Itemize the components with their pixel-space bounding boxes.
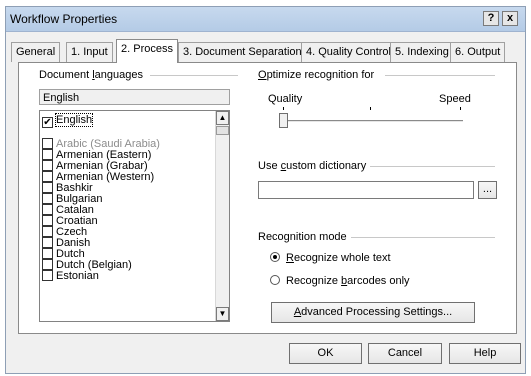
tab-quality-control[interactable]: 4. Quality Control bbox=[301, 42, 396, 62]
help-dialog-button[interactable]: Help bbox=[449, 343, 521, 364]
optimize-slider[interactable] bbox=[275, 106, 465, 128]
recognize-whole-text-radio[interactable]: Recognize whole text bbox=[270, 252, 391, 264]
radio-selected-icon bbox=[270, 252, 280, 262]
listbox-scrollbar[interactable]: ▲ ▼ bbox=[215, 111, 229, 321]
checkbox-icon[interactable] bbox=[42, 149, 53, 160]
slider-thumb[interactable] bbox=[279, 113, 288, 128]
quality-label: Quality bbox=[268, 93, 307, 105]
checkbox-icon[interactable] bbox=[42, 193, 53, 204]
group-divider bbox=[350, 237, 495, 238]
recognize-barcodes-radio[interactable]: Recognize barcodes only bbox=[270, 275, 410, 287]
browse-dictionary-button[interactable]: ... bbox=[478, 181, 497, 199]
recognition-mode-label: Recognition mode bbox=[258, 231, 351, 243]
checkbox-icon[interactable] bbox=[42, 226, 53, 237]
tab-general[interactable]: General bbox=[11, 42, 61, 62]
group-divider bbox=[355, 166, 495, 167]
tab-indexing[interactable]: 5. Indexing bbox=[390, 42, 454, 62]
cancel-button[interactable]: Cancel bbox=[368, 343, 442, 364]
checkbox-icon[interactable] bbox=[42, 215, 53, 226]
group-divider bbox=[385, 75, 495, 76]
language-label: Estonian bbox=[56, 270, 99, 282]
selected-languages-field: English bbox=[39, 89, 230, 105]
checkbox-icon[interactable] bbox=[42, 259, 53, 270]
languages-listbox[interactable]: ✔ English Arabic (Saudi Arabia) Armenian (E… bbox=[39, 110, 230, 322]
tab-input[interactable]: 1. Input bbox=[66, 42, 113, 62]
scroll-up-button[interactable]: ▲ bbox=[216, 111, 229, 125]
scroll-down-button[interactable]: ▼ bbox=[216, 307, 229, 321]
checkbox-icon[interactable] bbox=[42, 171, 53, 182]
document-languages-label: Document languages bbox=[39, 69, 147, 81]
custom-dictionary-label: Use custom dictionary bbox=[258, 160, 371, 172]
ok-button[interactable]: OK bbox=[289, 343, 362, 364]
checkbox-icon[interactable] bbox=[42, 270, 53, 281]
tab-output[interactable]: 6. Output bbox=[450, 42, 506, 62]
tab-process[interactable]: 2. Process bbox=[116, 39, 178, 63]
checkbox-icon[interactable] bbox=[42, 237, 53, 248]
tab-document-separation[interactable]: 3. Document Separation bbox=[178, 42, 307, 62]
checkbox-icon[interactable] bbox=[42, 248, 53, 259]
language-list-item[interactable]: Estonian bbox=[42, 270, 99, 282]
radio-unselected-icon bbox=[270, 275, 280, 285]
language-list-item[interactable]: ✔ English bbox=[42, 113, 94, 128]
dictionary-path-input[interactable] bbox=[258, 181, 474, 199]
checkbox-icon[interactable] bbox=[42, 160, 53, 171]
checkbox-icon[interactable] bbox=[42, 138, 53, 149]
checkbox-icon[interactable] bbox=[42, 182, 53, 193]
scroll-thumb[interactable] bbox=[216, 126, 229, 135]
checkbox-icon[interactable] bbox=[42, 204, 53, 215]
group-divider bbox=[150, 75, 238, 76]
checkbox-checked-icon[interactable]: ✔ bbox=[42, 117, 53, 128]
title-bar[interactable]: Workflow Properties ? x bbox=[6, 7, 525, 32]
advanced-processing-settings-button[interactable]: Advanced Processing Settings... bbox=[271, 302, 475, 323]
language-label: English bbox=[54, 113, 94, 127]
window-title: Workflow Properties bbox=[10, 12, 118, 26]
optimize-recognition-label: Optimize recognition for bbox=[258, 69, 379, 81]
help-button[interactable]: ? bbox=[483, 11, 499, 26]
close-button[interactable]: x bbox=[502, 11, 518, 26]
speed-label: Speed bbox=[439, 93, 475, 105]
